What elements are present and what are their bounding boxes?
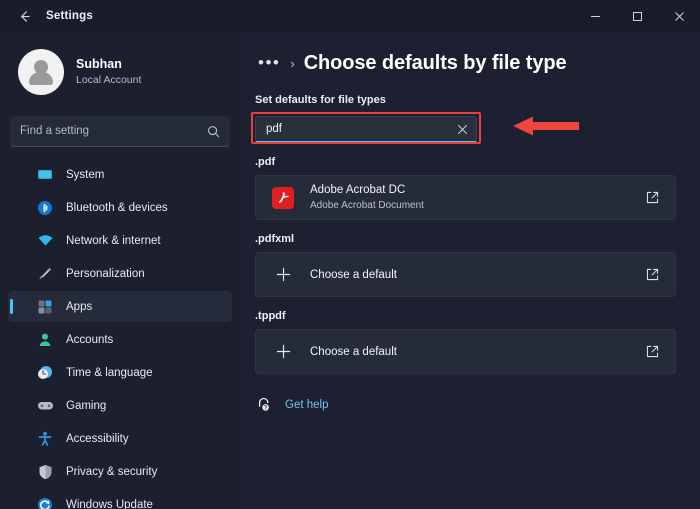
page-title: Choose defaults by file type	[304, 52, 567, 75]
sidebar-item-label: Personalization	[66, 268, 145, 280]
sidebar-item-network-internet[interactable]: Network & internet	[8, 225, 232, 256]
close-icon	[457, 124, 468, 135]
file-type-row[interactable]: Choose a default	[255, 329, 676, 374]
accounts-icon	[36, 331, 54, 349]
main-content: ••• › Choose defaults by file type Set d…	[240, 32, 700, 509]
app-name: Adobe Acrobat DC	[310, 183, 641, 198]
sidebar-item-accessibility[interactable]: Accessibility	[8, 423, 232, 454]
windows-update-icon	[36, 496, 54, 509]
plus-icon	[272, 341, 294, 363]
sidebar-item-label: Windows Update	[66, 499, 153, 509]
external-link-icon[interactable]	[641, 341, 663, 363]
sidebar-item-label: Accessibility	[66, 433, 129, 445]
adobe-acrobat-icon	[272, 187, 294, 209]
shield-icon	[36, 463, 54, 481]
maximize-icon	[632, 11, 643, 22]
account-block[interactable]: Subhan Local Account	[0, 32, 240, 100]
network-icon	[36, 232, 54, 250]
sidebar-nav: System Bluetooth & devices Network	[0, 159, 240, 509]
sidebar-item-label: Gaming	[66, 400, 106, 412]
sidebar-item-bluetooth-devices[interactable]: Bluetooth & devices	[8, 192, 232, 223]
back-button[interactable]	[8, 1, 40, 31]
maximize-button[interactable]	[616, 0, 658, 32]
apps-icon	[36, 298, 54, 316]
sidebar-item-label: Bluetooth & devices	[66, 202, 168, 214]
sidebar-item-personalization[interactable]: Personalization	[8, 258, 232, 289]
bluetooth-icon	[36, 199, 54, 217]
sidebar-item-label: Network & internet	[66, 235, 161, 247]
sidebar-item-privacy-security[interactable]: Privacy & security	[8, 456, 232, 487]
get-help-link[interactable]: Get help	[255, 396, 700, 414]
sidebar-item-apps[interactable]: Apps	[8, 291, 232, 322]
avatar	[18, 49, 64, 95]
gaming-controller-icon	[36, 397, 54, 415]
sidebar-item-label: Time & language	[66, 367, 153, 379]
accessibility-icon	[36, 430, 54, 448]
get-help-label: Get help	[285, 399, 328, 411]
file-type-search-input[interactable]: pdf	[255, 116, 477, 143]
back-arrow-icon	[17, 9, 32, 24]
file-extension-label: .tppdf	[255, 310, 700, 322]
help-question-icon	[255, 396, 273, 414]
app-description: Adobe Acrobat Document	[310, 199, 641, 212]
external-link-icon[interactable]	[641, 187, 663, 209]
account-name: Subhan	[76, 57, 141, 73]
choose-default-label: Choose a default	[310, 269, 397, 281]
annotation-arrow	[513, 115, 581, 137]
close-button[interactable]	[658, 0, 700, 32]
account-subtitle: Local Account	[76, 74, 141, 87]
system-icon	[36, 166, 54, 184]
sidebar-item-system[interactable]: System	[8, 159, 232, 190]
title-bar: Settings	[0, 0, 700, 32]
sidebar-item-label: Apps	[66, 301, 92, 313]
plus-icon	[272, 264, 294, 286]
section-label: Set defaults for file types	[255, 94, 700, 106]
sidebar-item-label: Privacy & security	[66, 466, 157, 478]
file-type-row[interactable]: Choose a default	[255, 252, 676, 297]
sidebar-item-label: System	[66, 169, 104, 181]
search-input[interactable]: Find a setting	[10, 116, 230, 147]
minimize-button[interactable]	[574, 0, 616, 32]
file-type-search-value: pdf	[266, 123, 452, 135]
search-placeholder: Find a setting	[20, 125, 207, 137]
file-type-search-wrapper: pdf	[255, 116, 477, 143]
sidebar-item-time-language[interactable]: Time & language	[8, 357, 232, 388]
window-title: Settings	[46, 10, 93, 22]
sidebar: Subhan Local Account Find a setting	[0, 32, 240, 509]
breadcrumb-overflow-button[interactable]: •••	[254, 58, 284, 68]
choose-default-label: Choose a default	[310, 346, 397, 358]
file-type-row[interactable]: Adobe Acrobat DC Adobe Acrobat Document	[255, 175, 676, 220]
close-icon	[674, 11, 685, 22]
file-extension-label: .pdf	[255, 156, 700, 168]
chevron-right-icon: ›	[290, 56, 294, 71]
search-icon	[207, 125, 220, 138]
file-extension-label: .pdfxml	[255, 233, 700, 245]
personalization-brush-icon	[36, 265, 54, 283]
external-link-icon[interactable]	[641, 264, 663, 286]
clear-search-button[interactable]	[452, 119, 472, 139]
breadcrumb: ••• › Choose defaults by file type	[240, 32, 700, 80]
sidebar-item-label: Accounts	[66, 334, 113, 346]
sidebar-item-windows-update[interactable]: Windows Update	[8, 489, 232, 509]
time-language-icon	[36, 364, 54, 382]
settings-window: Settings	[0, 0, 700, 509]
sidebar-item-gaming[interactable]: Gaming	[8, 390, 232, 421]
window-controls	[574, 0, 700, 32]
sidebar-item-accounts[interactable]: Accounts	[8, 324, 232, 355]
minimize-icon	[590, 11, 601, 22]
